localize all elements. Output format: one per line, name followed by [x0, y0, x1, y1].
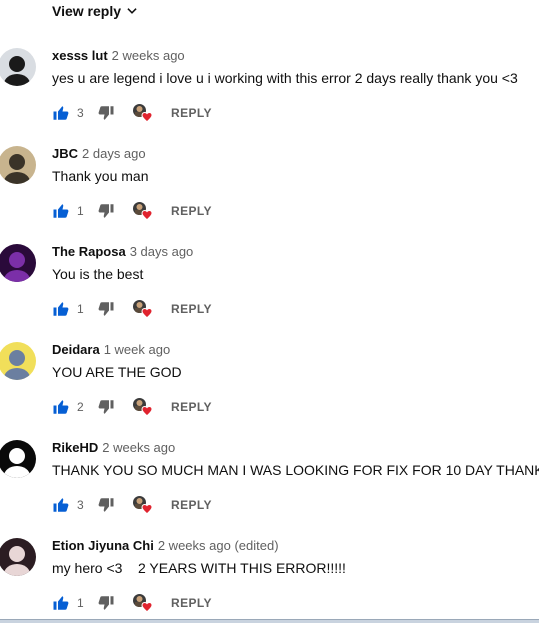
dislike-button[interactable] — [97, 202, 115, 220]
author-name[interactable]: Etion Jiyuna Chi — [52, 538, 154, 553]
author-name[interactable]: RikeHD — [52, 440, 98, 455]
creator-heart-icon — [141, 209, 153, 221]
comment-header: Deidara 1 week ago — [52, 342, 170, 357]
thumbs-down-icon — [98, 106, 114, 120]
thumbs-up-icon — [53, 204, 69, 218]
thumbs-up-icon — [53, 302, 69, 316]
comment-timestamp[interactable]: 2 days ago — [82, 146, 146, 161]
creator-heart-badge — [133, 496, 153, 515]
comment-actions: 1 REPLY — [52, 299, 212, 319]
avatar[interactable] — [0, 342, 36, 380]
comment-text: THANK YOU SO MUCH MAN I WAS LOOKING FOR … — [52, 462, 539, 478]
comment-actions: 1 REPLY — [52, 593, 212, 613]
author-name[interactable]: xesss lut — [52, 48, 108, 63]
creator-heart-badge — [133, 104, 153, 123]
comment-timestamp[interactable]: 2 weeks ago — [102, 440, 175, 455]
comment-header: xesss lut 2 weeks ago — [52, 48, 185, 63]
reply-button[interactable]: REPLY — [171, 498, 212, 512]
avatar[interactable] — [0, 146, 36, 184]
thumbs-down-icon — [98, 498, 114, 512]
like-button[interactable] — [52, 594, 70, 612]
reply-button[interactable]: REPLY — [171, 302, 212, 316]
comment-actions: 3 REPLY — [52, 495, 212, 515]
comment-text: You is the best — [52, 266, 144, 282]
comment-timestamp[interactable]: 2 weeks ago — [112, 48, 185, 63]
reply-button[interactable]: REPLY — [171, 400, 212, 414]
comment-item: JBC 2 days ago Thank you man 1 REPLY — [0, 138, 539, 236]
dislike-button[interactable] — [97, 398, 115, 416]
comment-timestamp[interactable]: 2 weeks ago (edited) — [158, 538, 279, 553]
author-name[interactable]: JBC — [52, 146, 78, 161]
like-count: 1 — [77, 596, 84, 610]
creator-heart-icon — [141, 503, 153, 515]
thumbs-down-icon — [98, 204, 114, 218]
reply-button[interactable]: REPLY — [171, 204, 212, 218]
like-button[interactable] — [52, 202, 70, 220]
view-reply-label: View reply — [52, 3, 122, 19]
comment-header: Etion Jiyuna Chi 2 weeks ago (edited) — [52, 538, 279, 553]
comment-item: Etion Jiyuna Chi 2 weeks ago (edited) my … — [0, 530, 539, 628]
dislike-button[interactable] — [97, 594, 115, 612]
thumbs-down-icon — [98, 596, 114, 610]
comment-item: RikeHD 2 weeks ago THANK YOU SO MUCH MAN … — [0, 432, 539, 530]
author-name[interactable]: The Raposa — [52, 244, 126, 259]
comment-item: xesss lut 2 weeks ago yes u are legend i … — [0, 40, 539, 138]
like-count: 3 — [77, 498, 84, 512]
comment-header: The Raposa 3 days ago — [52, 244, 193, 259]
like-count: 2 — [77, 400, 84, 414]
like-button[interactable] — [52, 496, 70, 514]
thumbs-up-icon — [53, 106, 69, 120]
thumbs-down-icon — [98, 400, 114, 414]
comment-text: yes u are legend i love u i working with… — [52, 70, 518, 86]
dislike-button[interactable] — [97, 496, 115, 514]
dislike-button[interactable] — [97, 104, 115, 122]
like-count: 1 — [77, 204, 84, 218]
reply-button[interactable]: REPLY — [171, 596, 212, 610]
like-button[interactable] — [52, 300, 70, 318]
comment-actions: 1 REPLY — [52, 201, 212, 221]
creator-heart-badge — [133, 202, 153, 221]
comment-text: YOU ARE THE GOD — [52, 364, 182, 380]
like-count: 3 — [77, 106, 84, 120]
thumbs-up-icon — [53, 596, 69, 610]
creator-heart-icon — [141, 307, 153, 319]
comment-text: Thank you man — [52, 168, 149, 184]
comment-header: RikeHD 2 weeks ago — [52, 440, 175, 455]
like-count: 1 — [77, 302, 84, 316]
taskbar-border — [0, 619, 539, 620]
creator-heart-badge — [133, 398, 153, 417]
reply-button[interactable]: REPLY — [171, 106, 212, 120]
avatar[interactable] — [0, 48, 36, 86]
avatar[interactable] — [0, 440, 36, 478]
comment-item: The Raposa 3 days ago You is the best 1 — [0, 236, 539, 334]
chevron-down-icon — [127, 8, 137, 14]
avatar[interactable] — [0, 244, 36, 282]
comment-timestamp[interactable]: 1 week ago — [104, 342, 171, 357]
comment-header: JBC 2 days ago — [52, 146, 146, 161]
creator-heart-badge — [133, 594, 153, 613]
creator-heart-icon — [141, 111, 153, 123]
creator-heart-icon — [141, 601, 153, 613]
thumbs-up-icon — [53, 498, 69, 512]
comment-actions: 2 REPLY — [52, 397, 212, 417]
author-name[interactable]: Deidara — [52, 342, 100, 357]
avatar[interactable] — [0, 538, 36, 576]
comment-text: my hero <3 2 YEARS WITH THIS ERROR!!!!! — [52, 560, 346, 576]
comment-actions: 3 REPLY — [52, 103, 212, 123]
thumbs-down-icon — [98, 302, 114, 316]
creator-heart-badge — [133, 300, 153, 319]
like-button[interactable] — [52, 398, 70, 416]
creator-heart-icon — [141, 405, 153, 417]
dislike-button[interactable] — [97, 300, 115, 318]
like-button[interactable] — [52, 104, 70, 122]
comment-item: Deidara 1 week ago YOU ARE THE GOD 2 REP… — [0, 334, 539, 432]
comment-timestamp[interactable]: 3 days ago — [130, 244, 194, 259]
thumbs-up-icon — [53, 400, 69, 414]
view-reply-button[interactable]: View reply — [52, 3, 139, 19]
